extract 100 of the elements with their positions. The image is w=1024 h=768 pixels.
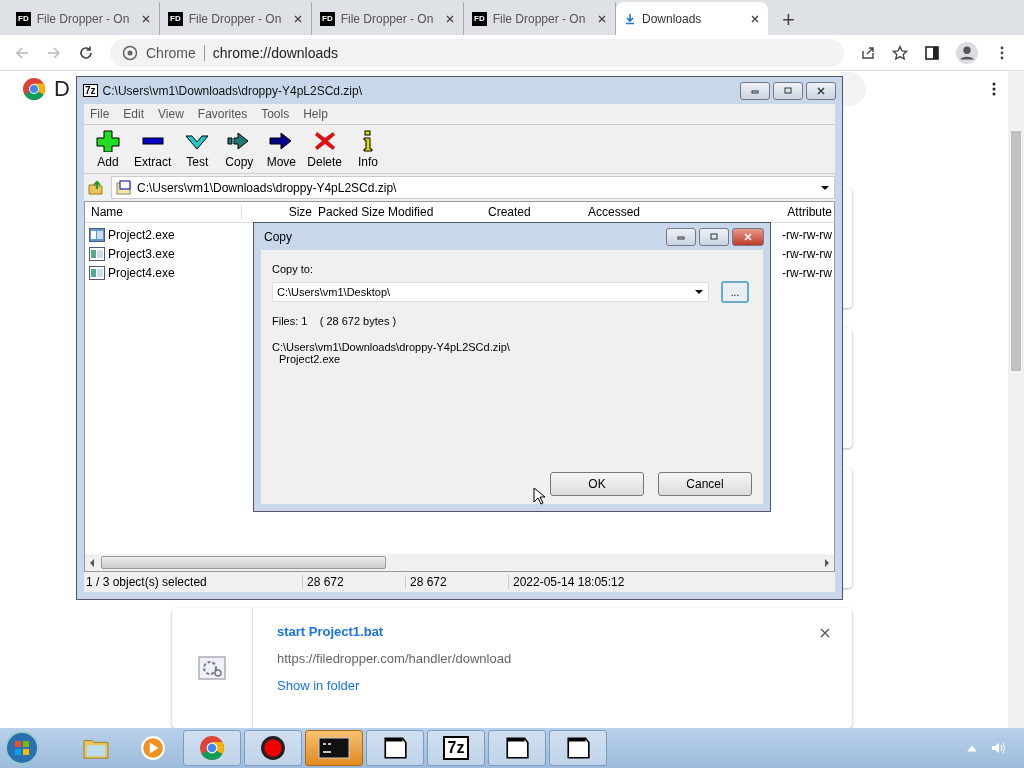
toolbar-button[interactable]: Extract — [134, 130, 172, 169]
destination-field[interactable]: C:\Users\vm1\Desktop\ — [272, 282, 709, 302]
column-header[interactable]: Created — [488, 205, 588, 219]
reload-icon[interactable] — [78, 44, 94, 61]
menu-item[interactable]: Help — [303, 107, 328, 121]
files-info: Files: 1 ( 28 672 bytes ) — [272, 315, 398, 327]
copy-to-label: Copy to: — [272, 263, 314, 275]
menu-item[interactable]: File — [90, 107, 110, 121]
app-icon: 7z — [83, 84, 98, 97]
browser-tab[interactable]: FD File Dropper - On — [160, 2, 312, 35]
minimize-button[interactable] — [740, 81, 770, 100]
minimize-button[interactable] — [666, 227, 696, 246]
side-panel-icon[interactable] — [924, 44, 940, 61]
maximize-icon — [783, 86, 793, 95]
file-row[interactable]: Project3.exe — [85, 246, 175, 261]
close-button[interactable] — [732, 227, 764, 246]
chrome-icon — [122, 44, 138, 61]
page-scrollbar[interactable] — [1008, 71, 1024, 728]
play-icon — [140, 735, 166, 761]
add-icon — [96, 130, 120, 152]
dialog-button[interactable]: OK — [550, 472, 644, 496]
remove-icon[interactable] — [820, 628, 830, 638]
menu-item[interactable]: Edit — [123, 107, 145, 121]
new-tab-button[interactable]: + — [782, 9, 795, 31]
column-header[interactable]: Size — [242, 205, 318, 219]
menu-item[interactable]: View — [158, 107, 184, 121]
table-cell-text: -rw-rw-rw — [782, 265, 833, 280]
browser-tab[interactable]: Downloads — [616, 2, 768, 35]
folder-up-icon — [88, 178, 104, 195]
archive-icon — [116, 179, 132, 196]
toolbar-button[interactable]: Delete — [307, 130, 343, 169]
close-icon — [743, 232, 753, 241]
executable-icon — [89, 246, 105, 261]
page-heading: D — [54, 75, 70, 102]
close-icon[interactable] — [445, 13, 455, 24]
address-bar[interactable]: Chrome chrome://downloads — [110, 38, 844, 67]
share-icon[interactable] — [860, 44, 876, 61]
toolbar-button[interactable]: Add — [92, 130, 124, 169]
table-cell-text: -rw-rw-rw — [782, 246, 833, 261]
dialog-button[interactable]: Cancel — [658, 472, 752, 496]
toolbar-button[interactable]: Info — [352, 130, 385, 169]
taskbar-button[interactable] — [366, 730, 424, 766]
site-favicon: FD — [320, 11, 335, 26]
toolbar-button[interactable]: Test — [181, 130, 214, 169]
taskbar-button[interactable] — [244, 730, 302, 766]
move-icon — [269, 130, 294, 152]
column-header[interactable]: Name — [85, 205, 242, 219]
taskbar-button[interactable] — [488, 730, 546, 766]
status-text: 1 / 3 object(s) selected — [84, 575, 303, 589]
download-icon — [624, 12, 636, 25]
browser-tab[interactable]: FD File Dropper - On — [464, 2, 616, 35]
toolbar-button[interactable]: Copy — [223, 130, 256, 169]
dropdown-icon — [694, 289, 704, 295]
file-name-link[interactable]: start Project1.bat — [277, 624, 512, 639]
start-button[interactable] — [4, 730, 40, 766]
taskbar-button[interactable] — [549, 730, 607, 766]
executable-icon — [89, 227, 105, 242]
source-file: Project2.exe — [278, 353, 342, 365]
bookmark-star-icon[interactable] — [892, 44, 908, 61]
file-row[interactable]: Project2.exe — [85, 227, 175, 242]
column-header[interactable]: Attribute — [787, 205, 834, 219]
horizontal-scrollbar[interactable] — [85, 554, 834, 571]
window-icon — [565, 735, 591, 761]
status-text: 2022-05-14 18:05:12 — [512, 575, 625, 589]
browser-tab[interactable]: FD File Dropper - On — [8, 2, 160, 35]
window-icon — [382, 735, 408, 761]
close-icon[interactable] — [141, 13, 151, 24]
menu-item[interactable]: Favorites — [197, 107, 248, 121]
file-row[interactable]: Project4.exe — [85, 265, 175, 280]
scroll-left-icon[interactable] — [89, 558, 95, 567]
close-icon — [816, 86, 826, 95]
close-icon[interactable] — [750, 13, 760, 24]
source-path: C:\Users\vm1\Downloads\droppy-Y4pL2SCd.zip\ — [272, 341, 511, 353]
site-favicon: FD — [168, 11, 183, 26]
taskbar-button[interactable] — [305, 730, 363, 766]
close-icon[interactable] — [597, 13, 607, 24]
close-icon[interactable] — [293, 13, 303, 24]
close-button[interactable] — [806, 81, 836, 100]
column-header[interactable]: Packed Size — [318, 205, 388, 219]
taskbar-button[interactable]: 7z — [427, 730, 485, 766]
record-icon — [260, 735, 286, 761]
chrome-icon — [199, 735, 225, 761]
scroll-right-icon[interactable] — [824, 558, 830, 567]
maximize-button[interactable] — [699, 227, 729, 246]
executable-icon — [89, 265, 105, 280]
chrome-logo-icon — [22, 76, 46, 101]
show-in-folder-link[interactable]: Show in folder — [277, 678, 512, 693]
profile-avatar-icon[interactable] — [956, 41, 978, 64]
browser-tab[interactable]: FD File Dropper - On — [312, 2, 464, 35]
column-header[interactable]: Accessed — [588, 205, 708, 219]
source-url: https://filedropper.com/handler/download — [277, 651, 512, 666]
maximize-button[interactable] — [773, 81, 803, 100]
path-field[interactable]: C:\Users\vm1\Downloads\droppy-Y4pL2SCd.zip\ — [111, 176, 835, 199]
toolbar-button[interactable]: Move — [265, 130, 298, 169]
dropdown-icon — [820, 184, 830, 191]
delete-icon — [312, 130, 337, 152]
browse-button[interactable]: ... — [721, 281, 749, 303]
site-favicon: FD — [472, 11, 487, 26]
menu-item[interactable]: Tools — [261, 107, 290, 121]
column-header[interactable]: Modified — [388, 205, 488, 219]
